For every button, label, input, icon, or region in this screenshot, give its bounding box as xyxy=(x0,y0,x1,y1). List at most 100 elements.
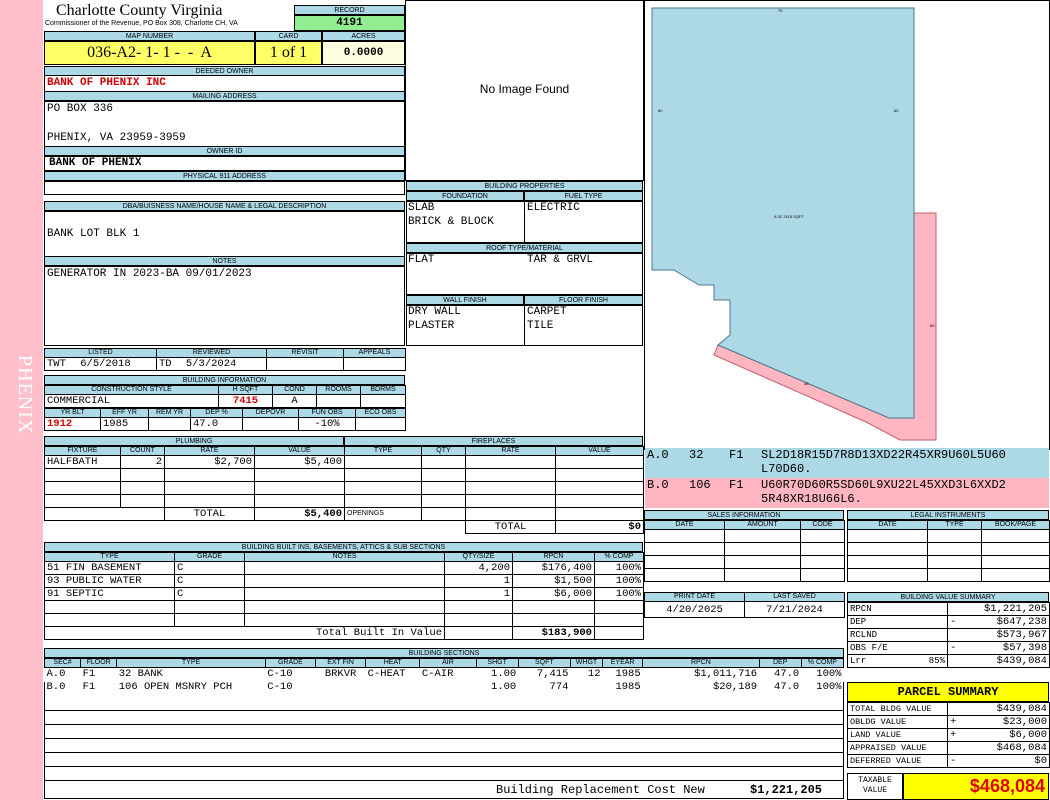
parcel-summary-table: TOTAL BLDG VALUE $439,084 OBLDG VALUE + $23… xyxy=(847,702,1050,768)
plumbing-rate: $2,700 xyxy=(164,455,255,469)
map-number-value: 036-A2- 1- 1 - - A xyxy=(44,41,255,65)
dba-value: BANK LOT BLK 1 xyxy=(47,228,140,240)
summary-label: Lrr xyxy=(850,656,867,666)
value-summary-header: BUILDING VALUE SUMMARY xyxy=(847,592,1049,602)
card-value: 1 of 1 xyxy=(255,41,322,65)
foundation-header: FOUNDATION xyxy=(406,191,524,201)
section-whgt: 12 xyxy=(587,668,601,681)
wall-header: WALL FINISH xyxy=(406,295,524,305)
builtin-grade: C xyxy=(174,574,245,588)
reviewed-header: REVIEWED xyxy=(156,348,267,358)
remyr-header: REM YR xyxy=(148,408,191,418)
depovr-header: DEPOVR xyxy=(242,408,299,418)
sales-col-code: CODE xyxy=(800,520,845,530)
building-sections-header: BUILDING SECTIONS xyxy=(44,648,844,658)
sidebar-label: PHENIX xyxy=(14,355,36,435)
acres-value: 0.0000 xyxy=(322,41,405,65)
builtin-comp: 100% xyxy=(594,574,644,588)
print-date-header: PRINT DATE xyxy=(644,592,745,602)
builtin-comp: 100% xyxy=(594,561,644,575)
style-header: CONSTRUCTION STYLE xyxy=(44,385,219,395)
construction-style: COMMERCIAL xyxy=(44,394,219,408)
section-shgt: 1.00 xyxy=(491,668,517,681)
parcel-summary-title: PARCEL SUMMARY xyxy=(847,682,1049,702)
reviewed-date: 5/3/2024 xyxy=(185,358,237,370)
review-table: LISTED REVIEWED REVISIT APPEALS TWT 6/5/201… xyxy=(44,348,406,371)
taxable-value: $468,084 xyxy=(903,773,1049,800)
section-col-sqft: SQFT xyxy=(517,658,571,668)
builtin-col-qty: QTY/SIZE xyxy=(444,552,513,562)
section-col-rpcn: RPCN xyxy=(642,658,760,668)
summary-sign: - xyxy=(950,642,957,654)
section-heat: C-HEAT xyxy=(367,668,406,681)
fireplace-total: $0 xyxy=(555,520,644,534)
reviewed-by: TD xyxy=(159,358,172,370)
table-row: RPCN $1,221,205 xyxy=(847,602,1050,616)
sketch-top-label: 70 xyxy=(778,8,783,13)
replacement-cost-label: Building Replacement Cost New xyxy=(496,784,705,797)
fireplaces-table: TYPE QTY RATE VALUE OPENINGS TOTAL $0 xyxy=(344,446,644,534)
owner-id-header: OWNER ID xyxy=(44,146,405,156)
table-row: 51 FIN BASEMENT C 4,200 $176,400 100% xyxy=(44,561,644,575)
sidebar: PHENIX xyxy=(0,0,43,800)
sketch-area-label: A 32 7415 SQFT xyxy=(774,214,804,219)
sections-body xyxy=(44,682,844,799)
mailing-line1: PO BOX 336 xyxy=(47,103,114,115)
section-col-air: AIR xyxy=(419,658,477,668)
plumbing-col-rate: RATE xyxy=(164,446,255,456)
section-col-heat: HEAT xyxy=(365,658,421,668)
legend-b-line2: 5R48XR18U66L6. xyxy=(761,493,862,506)
acres-header: ACRES xyxy=(322,31,405,41)
section-type: 32 BANK xyxy=(118,668,163,681)
dep-value: 47.0 xyxy=(190,417,243,431)
print-date-value: 4/20/2025 xyxy=(644,601,745,618)
wall-2: PLASTER xyxy=(408,320,455,332)
bdrms-header: BDRMS xyxy=(360,385,406,395)
section-col-floor: FLOOR xyxy=(80,658,118,668)
builtin-grade: C xyxy=(174,561,245,575)
funobs-header: FUN OBS xyxy=(298,408,356,418)
cond-value: A xyxy=(272,394,317,408)
builtin-notes xyxy=(244,587,445,601)
parcel-sign: + xyxy=(950,716,957,728)
building-sketch: 70 60 60 A 32 7415 SQFT 60 48 xyxy=(651,7,937,441)
fireplace-col-qty: QTY xyxy=(421,446,466,456)
ecoobs-header: ECO OBS xyxy=(355,408,406,418)
builtin-grade: C xyxy=(174,587,245,601)
map-number-header: MAP NUMBER xyxy=(44,31,255,41)
deeded-owner-header: DEEDED OWNER xyxy=(44,66,405,76)
table-row: Lrr 85% $439,084 xyxy=(847,654,1050,668)
plumbing-table: FIXTURE COUNT RATE VALUE HALFBATH 2 $2,700 $5,… xyxy=(44,446,345,521)
legal-table: DATE TYPE BOOK/PAGE xyxy=(847,520,1050,582)
fireplace-col-rate: RATE xyxy=(465,446,556,456)
last-saved-header: LAST SAVED xyxy=(744,592,845,602)
section-dep: 47.0 xyxy=(774,668,800,681)
builtin-col-type: TYPE xyxy=(44,552,175,562)
legend-b-num: 106 xyxy=(689,479,711,492)
cond-header: COND xyxy=(272,385,317,395)
legend-a-code: A.0 xyxy=(647,449,669,462)
builtin-notes xyxy=(244,561,445,575)
builtin-total-label: Total Built In Value xyxy=(244,626,445,640)
summary-value: $647,238 xyxy=(996,616,1047,628)
yrblt-value: 1912 xyxy=(44,417,101,431)
summary-label: OBS F/E xyxy=(847,641,948,655)
table-row: DEP - $647,238 xyxy=(847,615,1050,629)
foundation-2: BRICK & BLOCK xyxy=(408,216,494,228)
section-col-comp: % COMP xyxy=(800,658,845,668)
roof-material: TAR & GRVL xyxy=(527,254,594,266)
appeals-header: APPEALS xyxy=(343,348,406,358)
legend-b-line1: U60R70D60R5SD60L9XU22L45XXD3L6XXD2 xyxy=(761,479,1006,492)
builtin-type: 91 SEPTIC xyxy=(44,587,175,601)
plumbing-fixture: HALFBATH xyxy=(44,455,121,469)
fireplace-col-type: TYPE xyxy=(344,446,422,456)
section-col-sec: SEC# xyxy=(43,658,82,668)
summary-label: DEP xyxy=(847,615,948,629)
table-row: 91 SEPTIC C 1 $6,000 100% xyxy=(44,587,644,601)
card-header: CARD xyxy=(255,31,322,41)
builtin-col-comp: % COMP xyxy=(594,552,644,562)
section-rpcn: $1,011,716 xyxy=(694,668,758,681)
building-properties-header: BUILDING PROPERTIES xyxy=(406,181,643,191)
deeded-owner-value: BANK OF PHENIX INC xyxy=(47,77,166,89)
rooms-header: ROOMS xyxy=(316,385,361,395)
